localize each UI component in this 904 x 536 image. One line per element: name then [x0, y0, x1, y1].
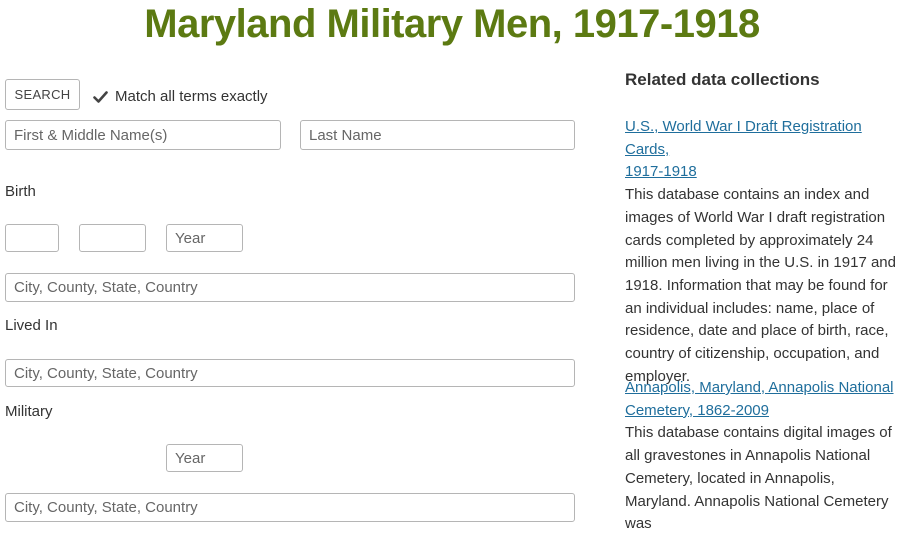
related-collection-description: This database contains digital images of… — [625, 424, 892, 533]
related-collections-heading: Related data collections — [625, 70, 820, 89]
last-name-input[interactable] — [300, 120, 575, 150]
search-button[interactable]: SEARCH — [5, 79, 80, 110]
match-exact-label: Match all terms exactly — [115, 88, 268, 105]
related-collection-link[interactable]: Annapolis, Maryland, Annapolis National C… — [625, 379, 894, 419]
related-collection-item: Annapolis, Maryland, Annapolis National C… — [625, 377, 901, 536]
checkmark-icon — [93, 90, 108, 103]
birth-month-input[interactable] — [79, 224, 146, 252]
page-title: Maryland Military Men, 1917-1918 — [144, 2, 760, 46]
related-collection-link[interactable]: U.S., World War I Draft Registration Car… — [625, 118, 862, 180]
military-label: Military — [5, 403, 53, 420]
match-exact-toggle[interactable]: Match all terms exactly — [93, 88, 268, 105]
related-collection-description: This database contains an index and imag… — [625, 186, 896, 385]
birth-day-input[interactable] — [5, 224, 59, 252]
birth-place-input[interactable] — [5, 273, 575, 302]
lived-in-label: Lived In — [5, 317, 58, 334]
related-collection-item: U.S., World War I Draft Registration Car… — [625, 116, 901, 388]
military-year-input[interactable] — [166, 444, 243, 472]
first-name-input[interactable] — [5, 120, 281, 150]
military-place-input[interactable] — [5, 493, 575, 522]
birth-label: Birth — [5, 183, 36, 200]
birth-year-input[interactable] — [166, 224, 243, 252]
lived-in-place-input[interactable] — [5, 359, 575, 387]
